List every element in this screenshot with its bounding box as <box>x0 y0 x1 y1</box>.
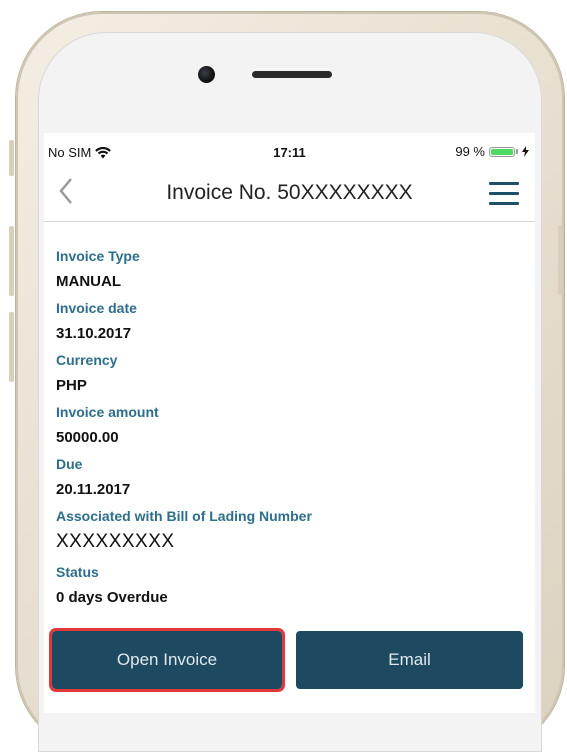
phone-volume-down-button <box>9 312 14 382</box>
battery-fill <box>491 148 513 155</box>
phone-volume-up-button <box>9 226 14 296</box>
battery-cap <box>516 149 518 154</box>
phone-power-button <box>558 225 563 295</box>
menu-button[interactable] <box>489 182 519 206</box>
invoice-date-label: Invoice date <box>56 300 137 316</box>
status-value: 0 days Overdue <box>56 589 168 606</box>
phone-screen: No SIM 17:11 99 % Invoice No. 50XXXXXXXX… <box>44 133 535 713</box>
charging-bolt-icon <box>522 146 529 157</box>
bill-of-lading-label: Associated with Bill of Lading Number <box>56 508 312 524</box>
hamburger-menu-icon-line <box>489 202 519 205</box>
earpiece-speaker <box>252 71 332 78</box>
back-button[interactable] <box>58 177 74 213</box>
open-invoice-button[interactable]: Open Invoice <box>49 628 285 692</box>
due-date-label: Due <box>56 456 83 472</box>
hamburger-menu-icon <box>489 182 519 185</box>
chevron-left-icon <box>59 178 72 204</box>
hamburger-menu-icon-line <box>489 192 519 195</box>
currency-label: Currency <box>56 352 118 368</box>
phone-side-button <box>9 140 14 176</box>
invoice-amount-value: 50000.00 <box>56 429 119 446</box>
currency-value: PHP <box>56 377 87 394</box>
invoice-type-value: MANUAL <box>56 273 121 290</box>
status-bar: No SIM 17:11 99 % <box>44 133 535 169</box>
battery-percent: 99 % <box>455 144 485 159</box>
page-title: Invoice No. 50XXXXXXXX <box>166 181 413 204</box>
invoice-date-value: 31.10.2017 <box>56 325 132 342</box>
due-date-value: 20.11.2017 <box>56 481 131 498</box>
invoice-type-label: Invoice Type <box>56 248 140 264</box>
status-label: Status <box>56 564 99 580</box>
email-button[interactable]: Email <box>296 631 523 689</box>
bill-of-lading-value: XXXXXXXXX <box>56 531 175 552</box>
status-right: 99 % <box>455 144 529 159</box>
invoice-amount-label: Invoice amount <box>56 404 159 420</box>
invoice-details: Invoice Type MANUAL Invoice date 31.10.2… <box>56 243 516 611</box>
navigation-bar: Invoice No. 50XXXXXXXX <box>44 169 535 222</box>
front-camera <box>198 66 215 83</box>
battery-icon <box>489 146 515 157</box>
action-bar: Open Invoice Email <box>48 625 533 697</box>
